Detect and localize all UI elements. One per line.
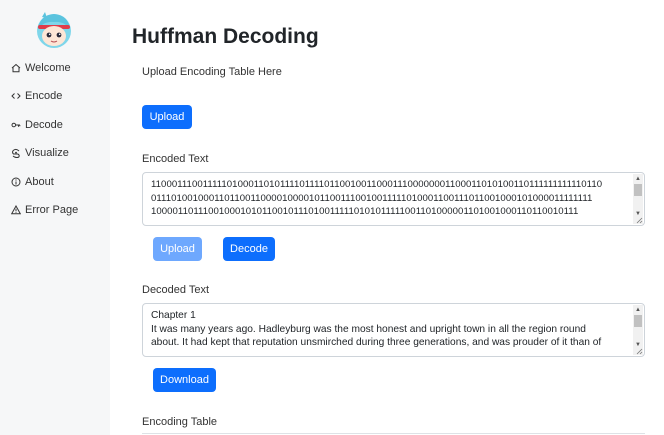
main-content: Huffman Decoding Upload Encoding Table H…	[110, 0, 664, 435]
visualize-icon	[10, 147, 22, 159]
code-icon	[10, 90, 22, 102]
encoded-text-content: 1100011100111110100011010111101111011001…	[151, 178, 628, 219]
home-icon	[10, 62, 22, 74]
decoded-line: It was many years ago. Hadleyburg was th…	[151, 323, 586, 335]
sidebar-item-label: Visualize	[25, 147, 69, 159]
sidebar-item-about[interactable]: About	[10, 172, 54, 192]
encoded-line: 1000011011100100010101100101110100111110…	[151, 206, 579, 217]
decoded-line: about. It had kept that reputation unsmi…	[151, 337, 602, 348]
decoded-text-label: Decoded Text	[142, 284, 210, 296]
resize-grip-icon[interactable]	[635, 347, 643, 355]
encoding-table-divider	[142, 433, 645, 434]
decoded-text-content: Chapter 1 It was many years ago. Hadleybu…	[151, 309, 628, 350]
upload-table-button[interactable]: Upload	[142, 105, 192, 129]
upload-encoded-button[interactable]: Upload	[153, 237, 202, 261]
page-title: Huffman Decoding	[132, 25, 319, 48]
decoded-textarea[interactable]: Chapter 1 It was many years ago. Hadleybu…	[142, 303, 645, 357]
encoded-text-label: Encoded Text	[142, 153, 209, 165]
sidebar-item-welcome[interactable]: Welcome	[10, 58, 71, 78]
sidebar-item-label: About	[25, 176, 54, 188]
resize-grip-icon[interactable]	[635, 216, 643, 224]
warning-icon	[10, 204, 22, 216]
info-icon	[10, 176, 22, 188]
sidebar-item-label: Decode	[25, 119, 63, 131]
encoded-line: 0111010010001101100110000100001011001110…	[151, 192, 593, 204]
download-button[interactable]: Download	[153, 368, 216, 392]
sidebar-item-label: Error Page	[25, 204, 79, 216]
sidebar: Welcome Encode Decode Visualize About Er…	[0, 0, 110, 435]
sidebar-item-decode[interactable]: Decode	[10, 115, 63, 135]
decode-button[interactable]: Decode	[223, 237, 275, 261]
encoding-table-label: Encoding Table	[142, 416, 218, 428]
upload-table-label: Upload Encoding Table Here	[142, 66, 282, 78]
decoded-line: Chapter 1	[151, 310, 196, 321]
scroll-thumb[interactable]	[634, 315, 642, 327]
encoded-textarea[interactable]: 1100011100111110100011010111101111011001…	[142, 172, 645, 226]
sidebar-item-error-page[interactable]: Error Page	[10, 200, 78, 220]
scroll-up-arrow-icon[interactable]: ▲	[633, 174, 643, 183]
avatar-logo	[37, 12, 71, 48]
scroll-up-arrow-icon[interactable]: ▲	[633, 305, 643, 314]
encoded-line: 1100011100111110100011010111101111011001…	[151, 179, 603, 190]
key-icon	[10, 119, 22, 131]
sidebar-item-visualize[interactable]: Visualize	[10, 143, 69, 163]
sidebar-item-label: Encode	[25, 90, 63, 102]
scroll-thumb[interactable]	[634, 184, 642, 196]
sidebar-item-label: Welcome	[25, 62, 71, 74]
sidebar-item-encode[interactable]: Encode	[10, 86, 62, 106]
